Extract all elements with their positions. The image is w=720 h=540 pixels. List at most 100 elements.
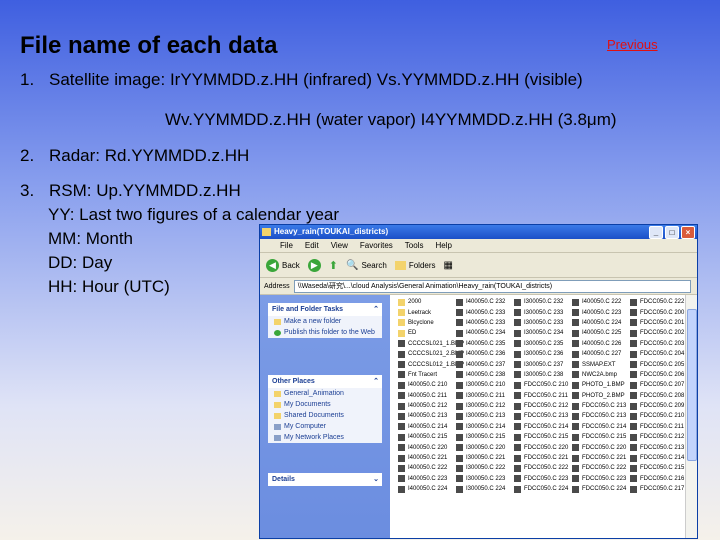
file-item[interactable]: FDCC050.C 206 (630, 370, 684, 380)
file-item[interactable]: FDCC050.C 223 (572, 474, 626, 484)
file-item[interactable]: FDCC050.C 207 (630, 380, 684, 390)
minimize-button[interactable]: _ (649, 226, 663, 239)
file-item[interactable]: I400050.C 225 (572, 328, 626, 338)
file-item[interactable]: FDCC050.C 212 (630, 432, 684, 442)
file-item[interactable]: I400050.C 210 (398, 380, 464, 390)
file-item[interactable]: FDCC050.C 221 (514, 453, 568, 463)
file-item[interactable]: I300050.C 215 (456, 432, 505, 442)
file-item[interactable]: FDCC050.C 210 (514, 380, 568, 390)
file-item[interactable]: FDCC050.C 204 (630, 349, 684, 359)
file-item[interactable]: I300050.C 223 (456, 474, 505, 484)
file-item[interactable]: FDCC050.C 213 (514, 411, 568, 421)
file-item[interactable]: I300050.C 211 (456, 391, 505, 401)
file-item[interactable]: I400050.C 222 (398, 463, 464, 473)
file-item[interactable]: CCCCSL012_1.BMP (398, 359, 464, 369)
file-item[interactable]: I400050.C 211 (398, 391, 464, 401)
file-item[interactable]: I400050.C 227 (572, 349, 626, 359)
file-item[interactable]: PHOTO_2.BMP (572, 391, 626, 401)
menu-favorites[interactable]: Favorites (360, 241, 393, 250)
file-item[interactable]: FDCC050.C 208 (630, 391, 684, 401)
task-panel-header[interactable]: File and Folder Tasks ⌃ (268, 303, 382, 316)
menu-file[interactable]: File (280, 241, 293, 250)
address-input[interactable]: \\Waseda\研究\...\cloud Analysis\General A… (293, 279, 691, 293)
file-item[interactable]: I300050.C 220 (456, 442, 505, 452)
file-item[interactable]: FDCC050.C 209 (630, 401, 684, 411)
menu-tools[interactable]: Tools (405, 241, 424, 250)
file-item[interactable]: FDCC050.C 202 (630, 328, 684, 338)
up-button[interactable]: ⬆ (329, 259, 338, 272)
file-item[interactable]: FDCC050.C 214 (514, 422, 568, 432)
place-link[interactable]: Shared Documents (268, 410, 382, 421)
file-item[interactable]: I300050.C 210 (456, 380, 505, 390)
file-item[interactable]: FDCC050.C 212 (514, 401, 568, 411)
file-item[interactable]: FDCC050.C 221 (572, 453, 626, 463)
file-item[interactable]: FDCC050.C 222 (514, 463, 568, 473)
file-item[interactable]: I400050.C 223 (572, 307, 626, 317)
file-item[interactable]: FDCC050.C 216 (630, 474, 684, 484)
file-item[interactable]: I400050.C 213 (398, 411, 464, 421)
file-item[interactable]: FDCC050.C 205 (630, 359, 684, 369)
previous-link[interactable]: Previous (607, 37, 658, 52)
file-item[interactable]: I300050.C 213 (456, 411, 505, 421)
place-link[interactable]: My Documents (268, 399, 382, 410)
file-item[interactable]: I300050.C 233 (514, 318, 568, 328)
file-item[interactable]: I400050.C 223 (398, 474, 464, 484)
file-item[interactable]: I300050.C 235 (514, 339, 568, 349)
file-item[interactable]: I300050.C 221 (456, 453, 505, 463)
file-item[interactable]: ED (398, 328, 464, 338)
file-item[interactable]: I300050.C 214 (456, 422, 505, 432)
file-item[interactable]: I300050.C 212 (456, 401, 505, 411)
file-item[interactable]: FDCC050.C 213 (630, 442, 684, 452)
file-item[interactable]: FDCC050.C 222 (572, 463, 626, 473)
file-item[interactable]: I300050.C 222 (456, 463, 505, 473)
file-item[interactable]: I400050.C 234 (456, 328, 505, 338)
file-item[interactable]: I300050.C 232 (514, 297, 568, 307)
file-item[interactable]: I300050.C 237 (514, 359, 568, 369)
file-item[interactable]: FDCC050.C 215 (514, 432, 568, 442)
file-item[interactable]: FDCC050.C 222 (630, 297, 684, 307)
file-item[interactable]: I400050.C 224 (572, 318, 626, 328)
file-item[interactable]: FDCC050.C 217 (630, 484, 684, 494)
file-item[interactable]: CCCCSL021_2.BMP (398, 349, 464, 359)
menu-view[interactable]: View (331, 241, 348, 250)
file-item[interactable]: FDCC050.C 220 (572, 442, 626, 452)
place-link[interactable]: General_Animation (268, 388, 382, 399)
file-item[interactable]: FDCC050.C 224 (514, 484, 568, 494)
file-item[interactable]: FDCC050.C 201 (630, 318, 684, 328)
file-item[interactable]: I400050.C 235 (456, 339, 505, 349)
file-item[interactable]: FDCC050.C 213 (572, 401, 626, 411)
search-button[interactable]: 🔍 Search (346, 260, 387, 271)
file-item[interactable]: I400050.C 214 (398, 422, 464, 432)
place-link[interactable]: My Network Places (268, 432, 382, 443)
file-item[interactable]: CCCCSL021_1.BMP (398, 339, 464, 349)
scrollbar-thumb[interactable] (687, 309, 697, 461)
file-item[interactable]: I400050.C 226 (572, 339, 626, 349)
task-panel-header[interactable]: Other Places ⌃ (268, 375, 382, 388)
file-item[interactable]: FDCC050.C 220 (514, 442, 568, 452)
menu-help[interactable]: Help (435, 241, 451, 250)
file-item[interactable]: FDCC050.C 223 (514, 474, 568, 484)
maximize-button[interactable]: □ (665, 226, 679, 239)
file-item[interactable]: I300050.C 238 (514, 370, 568, 380)
file-item[interactable]: I400050.C 236 (456, 349, 505, 359)
file-item[interactable]: FDCC050.C 211 (514, 391, 568, 401)
file-item[interactable]: I400050.C 215 (398, 432, 464, 442)
menu-edit[interactable]: Edit (305, 241, 319, 250)
file-item[interactable]: I400050.C 220 (398, 442, 464, 452)
vertical-scrollbar[interactable] (685, 295, 697, 538)
place-link[interactable]: My Computer (268, 421, 382, 432)
file-item[interactable]: I300050.C 234 (514, 328, 568, 338)
file-item[interactable]: FDCC050.C 200 (630, 307, 684, 317)
file-item[interactable]: Blcyclone (398, 318, 464, 328)
file-item[interactable]: I400050.C 222 (572, 297, 626, 307)
views-button[interactable]: ▦ (444, 260, 453, 271)
file-item[interactable]: FDCC050.C 211 (630, 422, 684, 432)
file-item[interactable]: I400050.C 238 (456, 370, 505, 380)
task-panel-header[interactable]: Details ⌄ (268, 473, 382, 486)
file-item[interactable]: PHOTO_1.BMP (572, 380, 626, 390)
file-item[interactable]: NWC2A.bmp (572, 370, 626, 380)
file-item[interactable]: 2000 (398, 297, 464, 307)
file-item[interactable]: I400050.C 224 (398, 484, 464, 494)
file-item[interactable]: I400050.C 212 (398, 401, 464, 411)
folders-button[interactable]: Folders (394, 260, 436, 270)
